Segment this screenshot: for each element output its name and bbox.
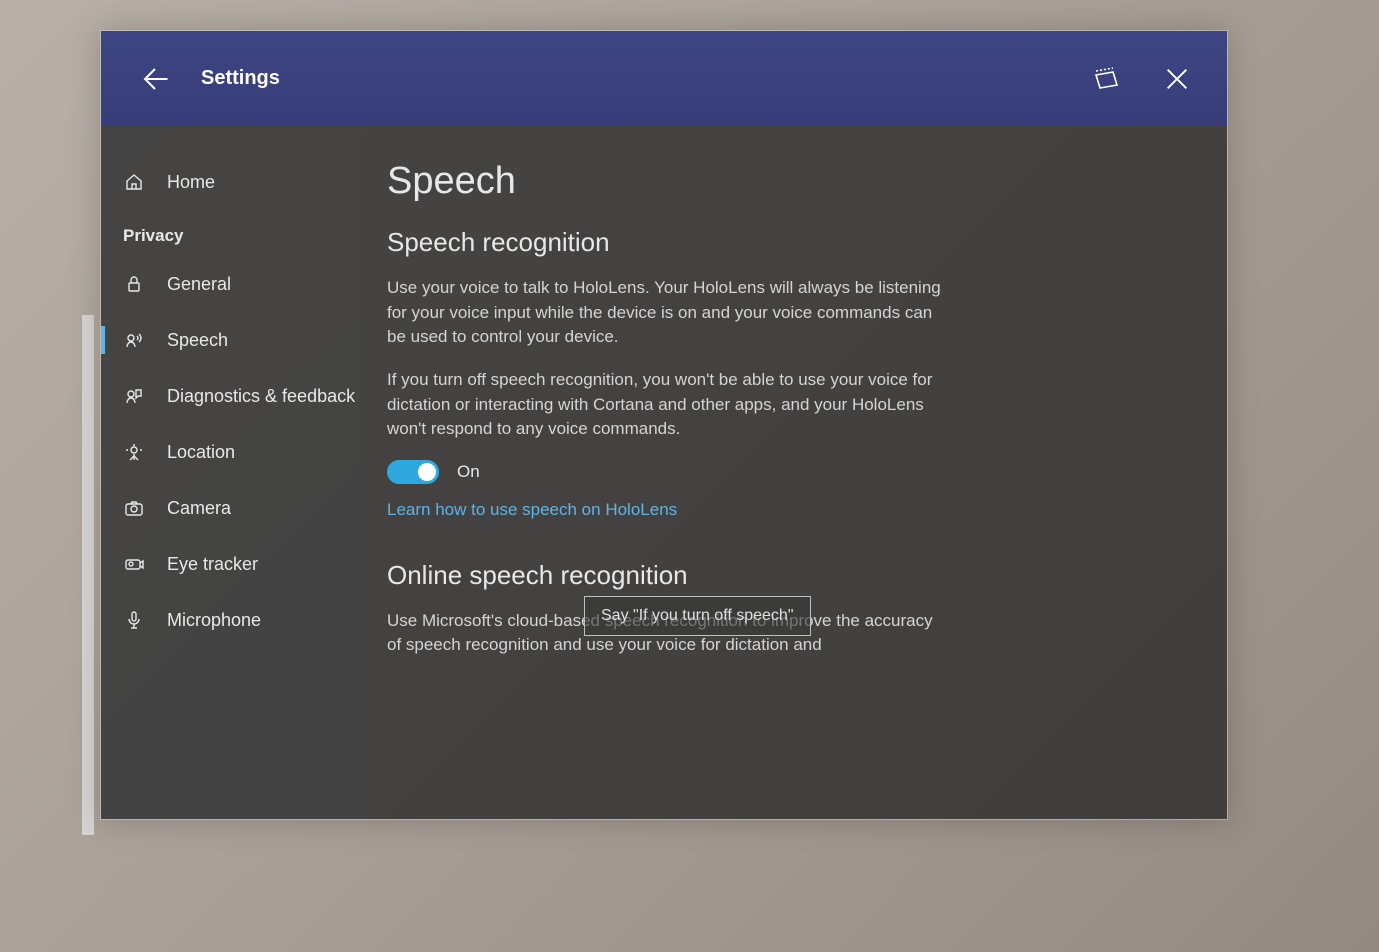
- sidebar-item-label: Location: [167, 442, 235, 463]
- sidebar-item-diagnostics[interactable]: Diagnostics & feedback: [101, 368, 359, 424]
- voice-command-tooltip: Say "If you turn off speech": [584, 596, 811, 636]
- feedback-icon: [123, 385, 145, 407]
- sidebar: Home Privacy General Speech Diagnostic: [101, 126, 359, 819]
- follow-icon: [1093, 65, 1121, 93]
- description-text: If you turn off speech recognition, you …: [387, 368, 947, 442]
- sidebar-section-privacy: Privacy: [101, 210, 359, 256]
- toggle-knob: [418, 463, 436, 481]
- section-heading-speech-recognition: Speech recognition: [387, 227, 1171, 258]
- sidebar-item-label: Camera: [167, 498, 231, 519]
- sidebar-item-label: Diagnostics & feedback: [167, 386, 355, 407]
- lock-icon: [123, 273, 145, 295]
- close-button[interactable]: [1147, 49, 1207, 109]
- follow-button[interactable]: [1077, 49, 1137, 109]
- speech-icon: [123, 329, 145, 351]
- titlebar: Settings: [101, 31, 1227, 126]
- toggle-state-label: On: [457, 462, 480, 482]
- sidebar-item-camera[interactable]: Camera: [101, 480, 359, 536]
- back-button[interactable]: [131, 55, 179, 103]
- window-body: Home Privacy General Speech Diagnostic: [101, 126, 1227, 819]
- window-title: Settings: [201, 67, 280, 90]
- home-icon: [123, 171, 145, 193]
- sidebar-item-label: Home: [167, 172, 215, 193]
- back-arrow-icon: [140, 64, 170, 94]
- close-icon: [1163, 65, 1191, 93]
- sidebar-item-speech[interactable]: Speech: [101, 312, 359, 368]
- settings-window: Settings Home Privacy: [100, 30, 1228, 820]
- eye-icon: [123, 553, 145, 575]
- microphone-icon: [123, 609, 145, 631]
- sidebar-item-eyetracker[interactable]: Eye tracker: [101, 536, 359, 592]
- sidebar-item-location[interactable]: Location: [101, 424, 359, 480]
- sidebar-item-general[interactable]: General: [101, 256, 359, 312]
- sidebar-item-label: Microphone: [167, 610, 261, 631]
- sidebar-item-microphone[interactable]: Microphone: [101, 592, 359, 648]
- sidebar-item-home[interactable]: Home: [101, 154, 359, 210]
- sidebar-item-label: Speech: [167, 330, 228, 351]
- camera-icon: [123, 497, 145, 519]
- main-content: Speech Speech recognition Use your voice…: [359, 126, 1227, 819]
- learn-more-link[interactable]: Learn how to use speech on HoloLens: [387, 500, 1171, 520]
- page-title: Speech: [387, 160, 1171, 203]
- sidebar-item-label: General: [167, 274, 231, 295]
- frame-bracket: [82, 315, 94, 835]
- sidebar-item-label: Eye tracker: [167, 554, 258, 575]
- description-text: Use your voice to talk to HoloLens. Your…: [387, 276, 947, 350]
- speech-recognition-toggle[interactable]: [387, 460, 439, 484]
- location-icon: [123, 441, 145, 463]
- section-heading-online-speech: Online speech recognition: [387, 560, 1171, 591]
